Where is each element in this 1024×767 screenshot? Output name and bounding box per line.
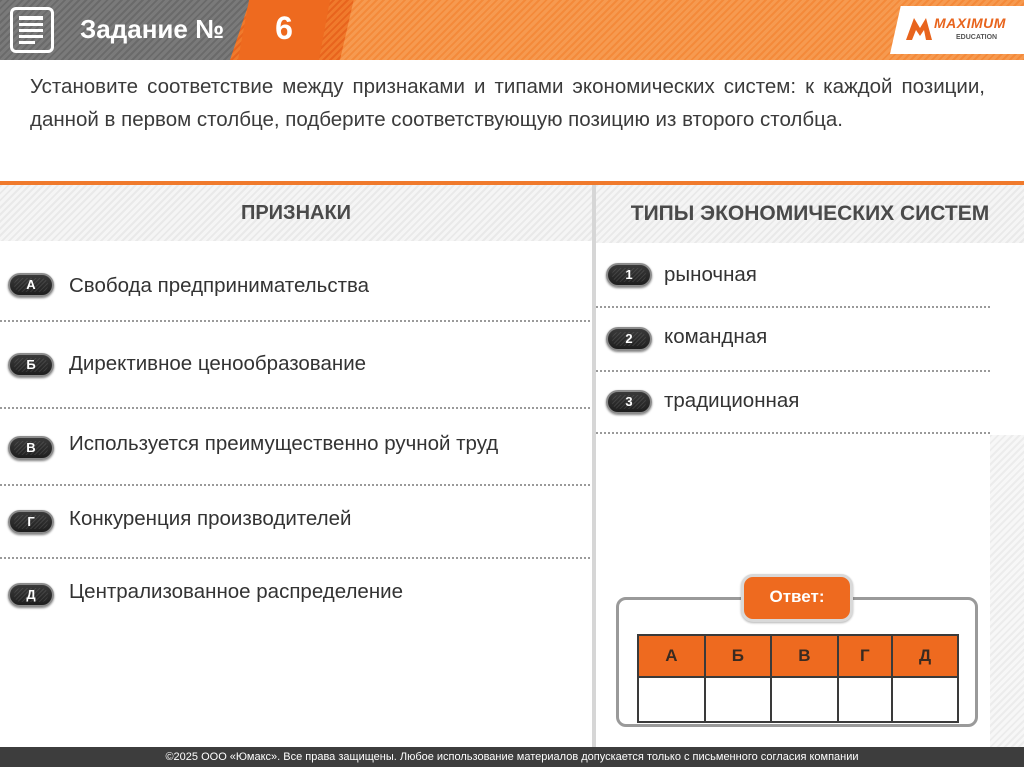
row-separator (0, 407, 590, 409)
row-separator (596, 370, 990, 372)
answer-header-cell: В (770, 634, 839, 678)
type-text: рыночная (664, 263, 757, 286)
feature-text: Директивное ценообразование (69, 352, 367, 375)
type-text: традиционная (664, 389, 800, 412)
answer-cell-g[interactable] (836, 676, 894, 723)
feature-text: Конкуренция производителей (69, 507, 352, 530)
feature-key-badge: А (8, 273, 54, 297)
answer-header-cell: Д (891, 634, 959, 678)
footer: ©2025 ООО «Юмакс». Все права защищены. Л… (0, 747, 1024, 767)
feature-key-badge: Б (8, 353, 54, 377)
answer-title: Ответ: (769, 587, 825, 606)
copyright-text: ©2025 ООО «Юмакс». Все права защищены. Л… (165, 751, 859, 763)
logo-text: MAXIMUM (934, 15, 1006, 31)
answer-cell-v[interactable] (770, 676, 839, 723)
type-key-badge: 2 (606, 327, 652, 351)
answer-cell-a[interactable] (637, 676, 706, 723)
row-separator (0, 484, 590, 486)
task-title: Задание № (80, 14, 225, 44)
feature-key-badge: Г (8, 510, 54, 534)
task-number-badge: 6 (238, 0, 330, 60)
feature-key-badge: Д (8, 583, 54, 607)
features-column-header: ПРИЗНАКИ (0, 185, 592, 241)
feature-key-badge: В (8, 436, 54, 460)
header-title-panel: Задание № (0, 0, 250, 60)
answer-label: Ответ: (741, 574, 853, 622)
answer-header-cell: Б (703, 634, 773, 678)
feature-text: Централизованное распределение (69, 580, 403, 603)
type-key-badge: 1 (606, 263, 652, 287)
row-separator (0, 557, 590, 559)
answer-header-cell: Г (836, 634, 894, 678)
answer-table: А Б В Г Д (637, 634, 959, 723)
types-column-header: ТИПЫ ЭКОНОМИЧЕСКИХ СИСТЕМ (596, 185, 1024, 243)
feature-text: Свобода предпринимательства (69, 274, 370, 297)
column-divider (592, 185, 596, 747)
answer-header-cell: А (637, 634, 706, 678)
logo-subtext: EDUCATION (956, 34, 998, 41)
answer-header-row: А Б В Г Д (637, 634, 959, 678)
type-key-badge: 3 (606, 390, 652, 414)
types-column-title: ТИПЫ ЭКОНОМИЧЕСКИХ СИСТЕМ (630, 202, 990, 225)
task-instruction: Установите соответствие между признаками… (30, 75, 985, 131)
row-separator (596, 306, 990, 308)
document-icon (10, 7, 54, 53)
task-number: 6 (275, 10, 293, 46)
logo-mark-icon (906, 18, 932, 40)
answer-cell-d[interactable] (891, 676, 959, 723)
answer-cell-b[interactable] (703, 676, 773, 723)
features-column-title: ПРИЗНАКИ (240, 202, 352, 224)
row-separator (0, 320, 590, 322)
answer-input-row (637, 676, 959, 723)
brand-logo: MAXIMUM EDUCATION (890, 6, 1024, 54)
row-separator (596, 432, 990, 434)
decorative-stripe (990, 435, 1024, 747)
feature-text: Используется преимущественно ручной труд (69, 432, 499, 455)
type-text: командная (664, 325, 768, 348)
